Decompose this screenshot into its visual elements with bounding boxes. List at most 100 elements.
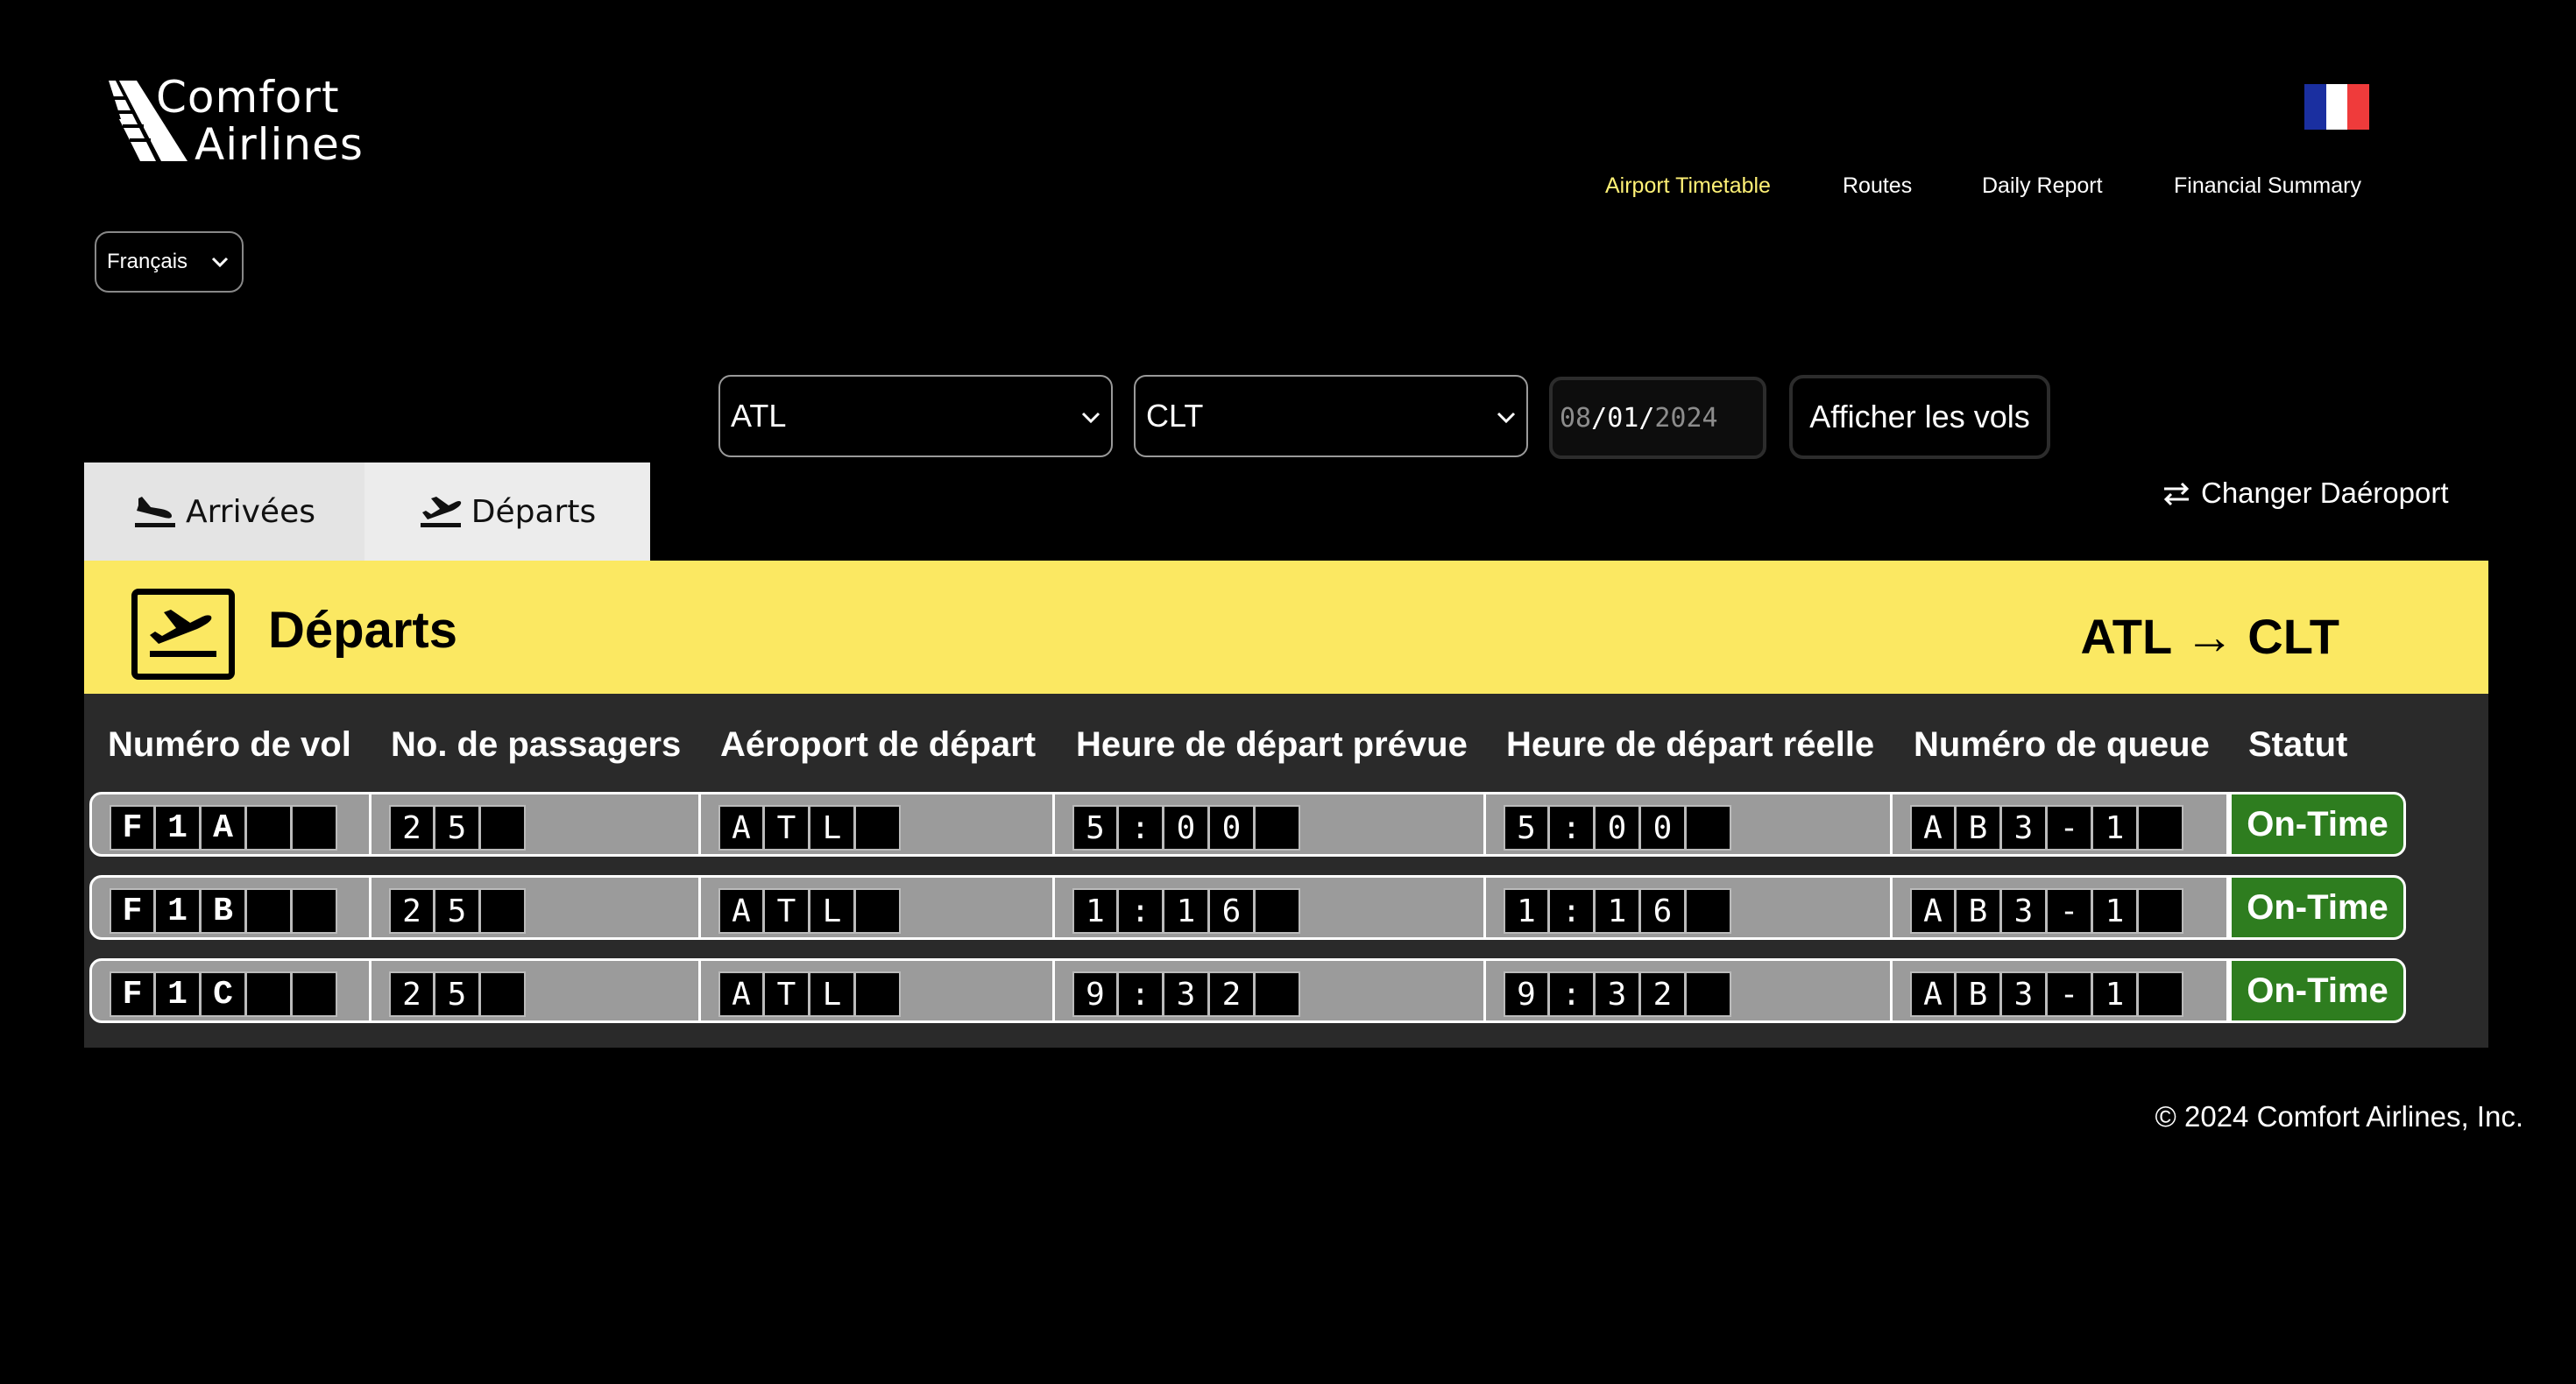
flap-char: 2 [389, 971, 435, 1017]
flap-char: F [110, 888, 155, 934]
flap-char: 3 [1164, 971, 1209, 1017]
board-header: Départs ATL → CLT [84, 561, 2488, 694]
flap-char: C [201, 971, 246, 1017]
flap-char: A [201, 805, 246, 851]
flap-char: : [1118, 971, 1164, 1017]
cell-actual: 9:32 [1486, 958, 1893, 1023]
date-input[interactable]: 08/01/2024 [1549, 377, 1766, 459]
split-flap-airport: ATL [718, 805, 901, 851]
flap-char [1255, 805, 1300, 851]
language-select[interactable]: Français [95, 231, 244, 293]
destination-airport-select[interactable]: CLT [1134, 375, 1528, 457]
col-tail-number: Numéro de queue [1914, 725, 2210, 764]
split-flap-passengers: 25 [389, 888, 526, 934]
table-row[interactable]: F 1 B 2 5 A T L 1:1 6 1:1 6 A B 3-1 On-Time [89, 875, 2406, 940]
col-departure-airport: Aéroport de départ [720, 725, 1037, 764]
flap-char: 3 [1595, 971, 1640, 1017]
split-flap-actual: 9:32 [1504, 971, 1731, 1017]
nav-daily-report[interactable]: Daily Report [1982, 173, 2103, 199]
nav-routes[interactable]: Routes [1843, 173, 1912, 199]
col-scheduled-departure: Heure de départ prévue [1076, 725, 1468, 764]
departures-board-icon [131, 589, 235, 680]
board-title: Départs [268, 602, 457, 659]
flap-char: : [1118, 805, 1164, 851]
split-flap-flight: F1A [110, 805, 337, 851]
destination-airport-value: CLT [1146, 398, 1204, 434]
cell-tail: AB3-1 [1893, 875, 2229, 940]
flap-char [246, 805, 292, 851]
flap-char [1686, 888, 1731, 934]
col-flight-number: Numéro de vol [108, 725, 351, 764]
flap-char: - [2047, 971, 2092, 1017]
flap-char [2138, 971, 2183, 1017]
cell-actual: 5:00 [1486, 792, 1893, 857]
flap-char: L [810, 971, 855, 1017]
flap-char: A [718, 888, 764, 934]
flap-char: : [1549, 888, 1595, 934]
flap-char: 5 [435, 971, 480, 1017]
chevron-down-icon [1081, 412, 1100, 424]
split-flap-tail: AB3-1 [1910, 888, 2183, 934]
col-status: Statut [2248, 725, 2348, 764]
cell-tail: AB3-1 [1893, 958, 2229, 1023]
flap-char: 1 [2092, 888, 2138, 934]
split-flap-airport: ATL [718, 888, 901, 934]
show-flights-button[interactable]: Afficher les vols [1789, 375, 2050, 459]
flap-char: 2 [389, 805, 435, 851]
flap-char: 1 [1164, 888, 1209, 934]
tab-arrivals[interactable]: Arrivées [84, 463, 364, 561]
flap-char: 1 [155, 971, 201, 1017]
flap-char: T [764, 805, 810, 851]
flap-char: T [764, 971, 810, 1017]
france-flag-icon[interactable] [2304, 84, 2370, 130]
tab-departures[interactable]: Départs [364, 463, 650, 561]
table-row[interactable]: F 1 C 2 5 A T L 9:3 2 9:3 2 A B 3-1 On-Time [89, 958, 2406, 1023]
flap-char: A [1910, 805, 1956, 851]
route-to: CLT [2247, 609, 2339, 664]
flag-stripe-white [2325, 84, 2348, 130]
change-airport-button[interactable]: Changer Daéroport [2161, 477, 2449, 510]
brand-logo[interactable]: Comfort Airlines [96, 72, 386, 170]
split-flap-scheduled: 1:16 [1072, 888, 1300, 934]
nav-financial-summary[interactable]: Financial Summary [2174, 173, 2361, 199]
flap-char: : [1549, 971, 1595, 1017]
flap-char: 9 [1504, 971, 1549, 1017]
flap-char: 2 [1640, 971, 1686, 1017]
flap-char: 3 [2001, 805, 2047, 851]
flap-char: L [810, 805, 855, 851]
chevron-down-icon [1497, 412, 1516, 424]
flap-char [480, 971, 526, 1017]
split-flap-actual: 5:00 [1504, 805, 1731, 851]
flap-char: - [2047, 805, 2092, 851]
cell-scheduled: 5:00 [1055, 792, 1486, 857]
col-actual-departure: Heure de départ réelle [1506, 725, 1875, 764]
flap-char: : [1549, 805, 1595, 851]
nav-airport-timetable[interactable]: Airport Timetable [1605, 173, 1771, 199]
chevron-down-icon [211, 257, 229, 268]
origin-airport-select[interactable]: ATL [718, 375, 1113, 457]
cell-tail: AB3-1 [1893, 792, 2229, 857]
language-select-value: Français [107, 250, 188, 273]
date-day: 01 [1607, 402, 1639, 434]
cell-airport: ATL [701, 875, 1055, 940]
cell-scheduled: 1:16 [1055, 875, 1486, 940]
flap-char: 2 [389, 888, 435, 934]
flap-char: F [110, 805, 155, 851]
cell-passengers: 25 [372, 875, 701, 940]
flap-char: 3 [2001, 971, 2047, 1017]
flap-char [480, 805, 526, 851]
date-month: 08 [1560, 402, 1592, 434]
date-year: 2024 [1654, 402, 1718, 434]
flap-char: 9 [1072, 971, 1118, 1017]
flap-char: A [718, 805, 764, 851]
cell-flight: F1A [89, 792, 372, 857]
cell-airport: ATL [701, 958, 1055, 1023]
flap-char: F [110, 971, 155, 1017]
flap-char: A [718, 971, 764, 1017]
flap-char: 0 [1164, 805, 1209, 851]
table-row[interactable]: F 1 A 2 5 A T L 5:0 0 5:0 0 A B 3-1 On-Time [89, 792, 2406, 857]
route-from: ATL [2080, 609, 2172, 664]
flap-char: 1 [1504, 888, 1549, 934]
flap-char [292, 888, 337, 934]
cell-actual: 1:16 [1486, 875, 1893, 940]
